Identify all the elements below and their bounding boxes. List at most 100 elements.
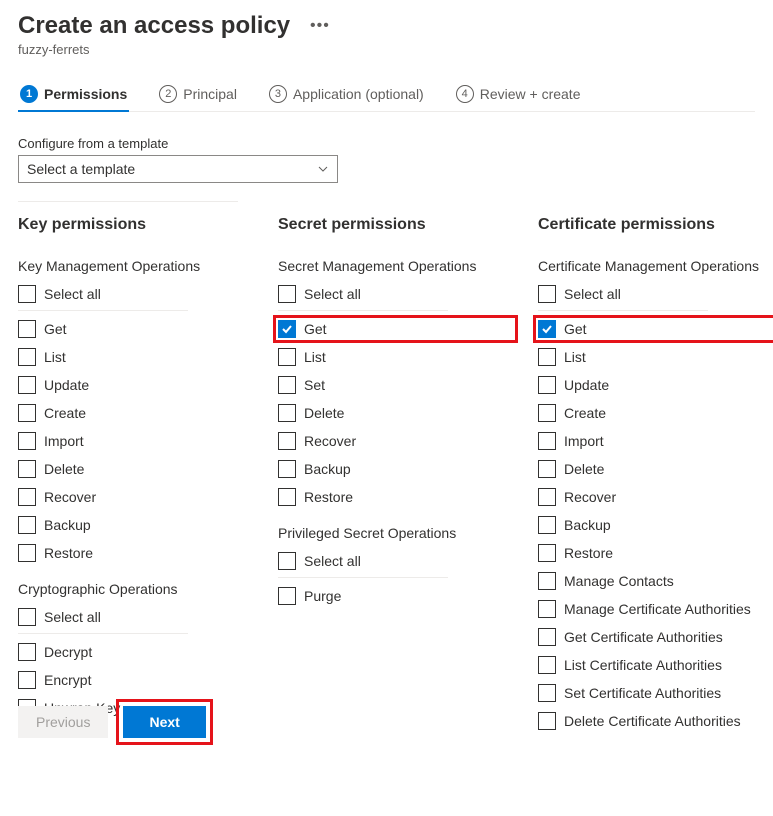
checkbox-row[interactable]: List <box>278 343 518 371</box>
checkbox[interactable] <box>538 684 556 702</box>
checkbox[interactable] <box>278 404 296 422</box>
previous-button[interactable]: Previous <box>18 706 108 738</box>
checkbox-row[interactable]: Update <box>538 371 773 399</box>
checkbox[interactable] <box>18 544 36 562</box>
checkbox-label: Set Certificate Authorities <box>564 685 721 701</box>
tab-review-create[interactable]: 4Review + create <box>454 79 583 111</box>
checkbox[interactable] <box>538 628 556 646</box>
checkbox[interactable] <box>278 488 296 506</box>
checkbox[interactable] <box>538 712 556 730</box>
checkbox-row[interactable]: Encrypt <box>18 666 258 694</box>
checkbox-row[interactable]: Select all <box>538 280 773 308</box>
checkbox-row[interactable]: Select all <box>278 280 518 308</box>
checkbox-row[interactable]: Manage Certificate Authorities <box>538 595 773 623</box>
checkbox-row[interactable]: Select all <box>278 547 518 575</box>
checkbox-row[interactable]: Backup <box>18 511 258 539</box>
checkbox-row[interactable]: Purge <box>278 582 518 610</box>
checkbox-row[interactable]: Create <box>18 399 258 427</box>
checkbox-row[interactable]: Select all <box>18 280 258 308</box>
tab-permissions[interactable]: 1Permissions <box>18 79 129 111</box>
checkbox[interactable] <box>18 460 36 478</box>
checkbox[interactable] <box>278 460 296 478</box>
checkbox-row[interactable]: Delete <box>18 455 258 483</box>
separator <box>278 310 448 311</box>
checkbox-row[interactable]: Recover <box>538 483 773 511</box>
group-header: Certificate Management Operations <box>538 258 773 274</box>
checkbox[interactable] <box>278 376 296 394</box>
checkbox[interactable] <box>18 285 36 303</box>
checkbox[interactable] <box>278 320 296 338</box>
checkbox-row[interactable]: Set <box>278 371 518 399</box>
checkbox-row[interactable]: Update <box>18 371 258 399</box>
checkbox-row[interactable]: Recover <box>278 427 518 455</box>
checkbox-label: Select all <box>304 553 361 569</box>
more-icon[interactable]: ••• <box>310 12 330 40</box>
checkbox[interactable] <box>538 432 556 450</box>
checkbox[interactable] <box>538 285 556 303</box>
checkbox[interactable] <box>538 320 556 338</box>
checkbox[interactable] <box>538 656 556 674</box>
checkbox-row[interactable]: Recover <box>18 483 258 511</box>
checkbox[interactable] <box>18 376 36 394</box>
checkbox-label: Delete <box>304 405 344 421</box>
checkbox-row[interactable]: Restore <box>278 483 518 511</box>
checkbox-row[interactable]: Get <box>273 315 518 343</box>
tab-principal[interactable]: 2Principal <box>157 79 239 111</box>
checkbox-row[interactable]: Delete Certificate Authorities <box>538 707 773 735</box>
checkbox-row[interactable]: Backup <box>538 511 773 539</box>
checkbox-row[interactable]: Manage Contacts <box>538 567 773 595</box>
group-header: Secret Management Operations <box>278 258 518 274</box>
checkbox[interactable] <box>538 348 556 366</box>
checkbox-row[interactable]: Get <box>533 315 773 343</box>
tab-application-optional-[interactable]: 3Application (optional) <box>267 79 426 111</box>
checkbox[interactable] <box>278 348 296 366</box>
checkbox-row[interactable]: Import <box>18 427 258 455</box>
checkbox[interactable] <box>18 608 36 626</box>
next-button[interactable]: Next <box>123 706 205 738</box>
checkbox-row[interactable]: Delete <box>538 455 773 483</box>
checkbox[interactable] <box>538 488 556 506</box>
checkbox-row[interactable]: List Certificate Authorities <box>538 651 773 679</box>
checkbox-row[interactable]: Import <box>538 427 773 455</box>
checkbox-row[interactable]: List <box>538 343 773 371</box>
checkbox[interactable] <box>538 404 556 422</box>
checkbox[interactable] <box>278 285 296 303</box>
checkbox[interactable] <box>278 552 296 570</box>
checkbox-row[interactable]: Restore <box>538 539 773 567</box>
checkbox-row[interactable]: Create <box>538 399 773 427</box>
checkbox[interactable] <box>18 643 36 661</box>
checkbox[interactable] <box>18 320 36 338</box>
checkbox-label: Get <box>564 321 587 337</box>
checkbox[interactable] <box>538 600 556 618</box>
checkbox[interactable] <box>538 516 556 534</box>
checkbox-label: Restore <box>564 545 613 561</box>
checkbox[interactable] <box>18 516 36 534</box>
checkbox-row[interactable]: Select all <box>18 603 258 631</box>
checkbox-row[interactable]: Backup <box>278 455 518 483</box>
template-select[interactable]: Select a template <box>18 155 338 183</box>
checkbox-row[interactable]: Set Certificate Authorities <box>538 679 773 707</box>
checkbox[interactable] <box>18 348 36 366</box>
checkbox-row[interactable]: Decrypt <box>18 638 258 666</box>
checkbox[interactable] <box>538 544 556 562</box>
checkbox[interactable] <box>278 432 296 450</box>
checkbox-label: Import <box>564 433 604 449</box>
checkbox-row[interactable]: Restore <box>18 539 258 567</box>
checkbox-row[interactable]: Delete <box>278 399 518 427</box>
checkbox[interactable] <box>18 404 36 422</box>
checkbox[interactable] <box>538 460 556 478</box>
checkbox[interactable] <box>538 572 556 590</box>
checkbox-row[interactable]: List <box>18 343 258 371</box>
checkbox[interactable] <box>18 671 36 689</box>
checkbox[interactable] <box>278 587 296 605</box>
tab-label: Principal <box>183 86 237 102</box>
checkbox-row[interactable]: Get Certificate Authorities <box>538 623 773 651</box>
checkbox-label: List <box>564 349 586 365</box>
checkbox-label: Manage Contacts <box>564 573 674 589</box>
checkbox[interactable] <box>18 432 36 450</box>
column-header: Certificate permissions <box>538 216 773 234</box>
checkbox-row[interactable]: Get <box>18 315 258 343</box>
checkbox[interactable] <box>538 376 556 394</box>
checkbox[interactable] <box>18 488 36 506</box>
divider <box>18 201 238 202</box>
